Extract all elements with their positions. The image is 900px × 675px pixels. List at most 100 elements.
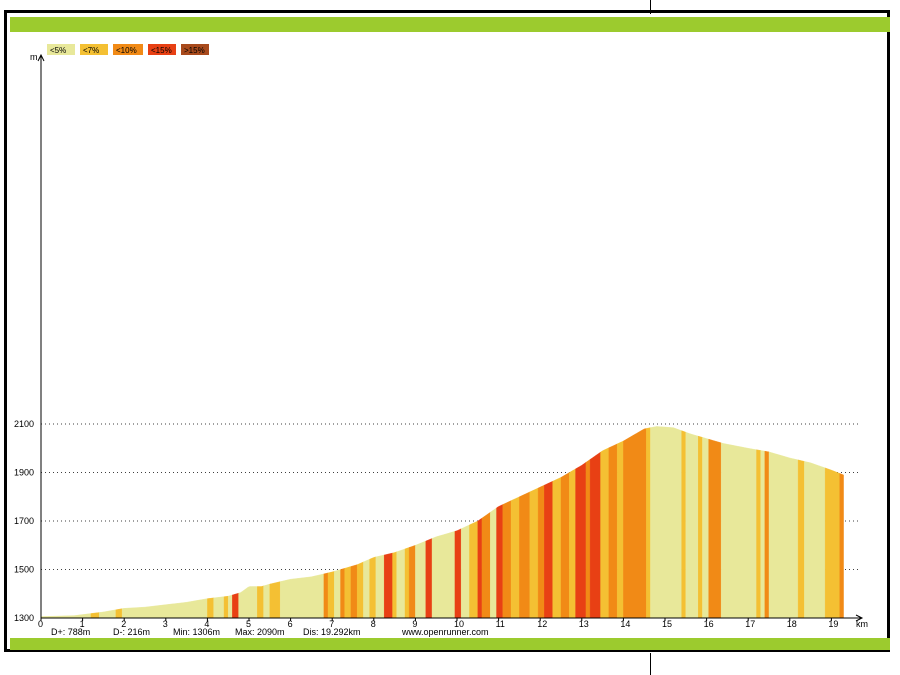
slope-segment-55 [616, 440, 624, 619]
slope-segments [40, 426, 844, 619]
slope-segment-38 [481, 511, 491, 619]
slope-segment-16 [323, 572, 329, 619]
slope-segment-10 [232, 592, 239, 619]
x-tick-18: 18 [787, 619, 797, 629]
slope-segment-65 [756, 449, 761, 619]
slope-segment-29 [404, 547, 410, 619]
slope-segment-59 [681, 430, 686, 619]
slope-segment-51 [585, 459, 591, 619]
slope-segment-70 [804, 461, 826, 619]
slope-segment-30 [408, 544, 416, 619]
slope-segment-69 [797, 459, 805, 619]
slope-segment-36 [469, 520, 478, 619]
slope-segment-27 [392, 551, 397, 619]
y-tick-labels: 1300 1500 1700 1900 2100 [14, 419, 34, 623]
slope-segment-14 [269, 581, 281, 619]
slope-segment-63 [708, 438, 722, 619]
slope-segment-62 [702, 437, 709, 619]
stat-d-plus: D+: 788m [51, 627, 91, 637]
slope-segment-39 [490, 507, 497, 619]
slope-segment-43 [519, 491, 530, 619]
legend-label-0: <5% [50, 46, 66, 55]
x-tick-3: 3 [163, 619, 168, 629]
slope-segment-23 [363, 558, 370, 619]
slope-segment-72 [839, 473, 844, 619]
slope-segment-61 [698, 435, 703, 619]
slope-segment-35 [460, 524, 470, 619]
slope-segment-48 [560, 472, 570, 619]
slope-segment-25 [375, 554, 385, 619]
slope-segment-28 [396, 548, 406, 619]
slope-segment-20 [344, 566, 352, 619]
slope-segment-11 [238, 586, 258, 619]
slope-segment-18 [334, 569, 341, 619]
x-tick-11: 11 [496, 619, 505, 629]
stat-min: Min: 1306m [173, 627, 221, 637]
legend-label-4: >15% [184, 46, 205, 55]
slope-segment-71 [824, 467, 840, 619]
legend-label-2: <10% [116, 46, 137, 55]
slope-segment-26 [384, 552, 393, 619]
y-tick-1700: 1700 [14, 516, 34, 526]
slope-segment-5 [121, 598, 208, 619]
slope-segment-32 [425, 538, 433, 619]
x-tick-13: 13 [579, 619, 589, 629]
x-tick-15: 15 [662, 619, 672, 629]
slope-segment-56 [623, 428, 647, 619]
slope-segment-42 [510, 496, 520, 619]
x-unit-label: km [856, 619, 868, 629]
x-tick-8: 8 [371, 619, 376, 629]
slope-segment-50 [575, 461, 587, 619]
slope-segment-66 [760, 450, 766, 619]
slope-segment-6 [207, 597, 214, 619]
slope-segment-15 [280, 573, 325, 619]
slope-segment-68 [768, 451, 799, 619]
slope-segment-47 [552, 477, 562, 619]
elevation-chart: <5% <7% <10% <15% >15% 13001500170019002100 … [14, 44, 868, 629]
y-tick-1300: 1300 [14, 613, 34, 623]
slope-segment-1 [74, 613, 92, 619]
slope-segment-24 [369, 556, 377, 619]
y-tick-1900: 1900 [14, 468, 34, 478]
legend: <5% <7% <10% <15% >15% [47, 44, 209, 55]
site-link[interactable]: www.openrunner.com [402, 627, 489, 637]
legend-label-1: <7% [83, 46, 99, 55]
slope-segment-4 [115, 608, 123, 619]
slope-segment-64 [720, 442, 757, 619]
slope-segment-17 [327, 571, 335, 619]
x-tick-19: 19 [828, 619, 838, 629]
slope-segment-46 [544, 480, 553, 619]
slope-segment-45 [537, 484, 545, 619]
slope-segment-40 [496, 504, 503, 619]
stat-distance: Dis: 19.292km [303, 627, 361, 637]
slope-segment-33 [431, 531, 456, 619]
slope-segment-44 [529, 487, 539, 619]
y-tick-1500: 1500 [14, 565, 34, 575]
y-unit-label: m [30, 52, 38, 62]
slope-segment-41 [502, 500, 512, 619]
slope-segment-12 [257, 585, 264, 619]
x-tick-16: 16 [704, 619, 714, 629]
slope-segment-3 [99, 609, 117, 619]
slope-segment-57 [646, 427, 651, 619]
slope-segment-34 [454, 528, 462, 619]
y-tick-2100: 2100 [14, 419, 34, 429]
slope-segment-22 [356, 561, 364, 619]
x-tick-6: 6 [288, 619, 293, 629]
legend-label-3: <15% [151, 46, 172, 55]
x-tick-14: 14 [620, 619, 630, 629]
slope-segment-7 [213, 596, 225, 619]
slope-segment-2 [90, 612, 100, 619]
slope-segment-21 [350, 564, 358, 619]
slope-segment-8 [223, 595, 229, 619]
slope-segment-53 [600, 447, 610, 619]
slope-segment-67 [764, 450, 770, 619]
slope-segment-60 [685, 431, 699, 619]
slope-segment-49 [569, 468, 576, 619]
x-tick-12: 12 [537, 619, 547, 629]
slope-segment-52 [589, 451, 601, 619]
slope-segment-31 [415, 540, 426, 619]
slope-segment-13 [263, 583, 270, 619]
stat-d-minus: D-: 216m [113, 627, 151, 637]
slope-segment-19 [340, 568, 345, 619]
